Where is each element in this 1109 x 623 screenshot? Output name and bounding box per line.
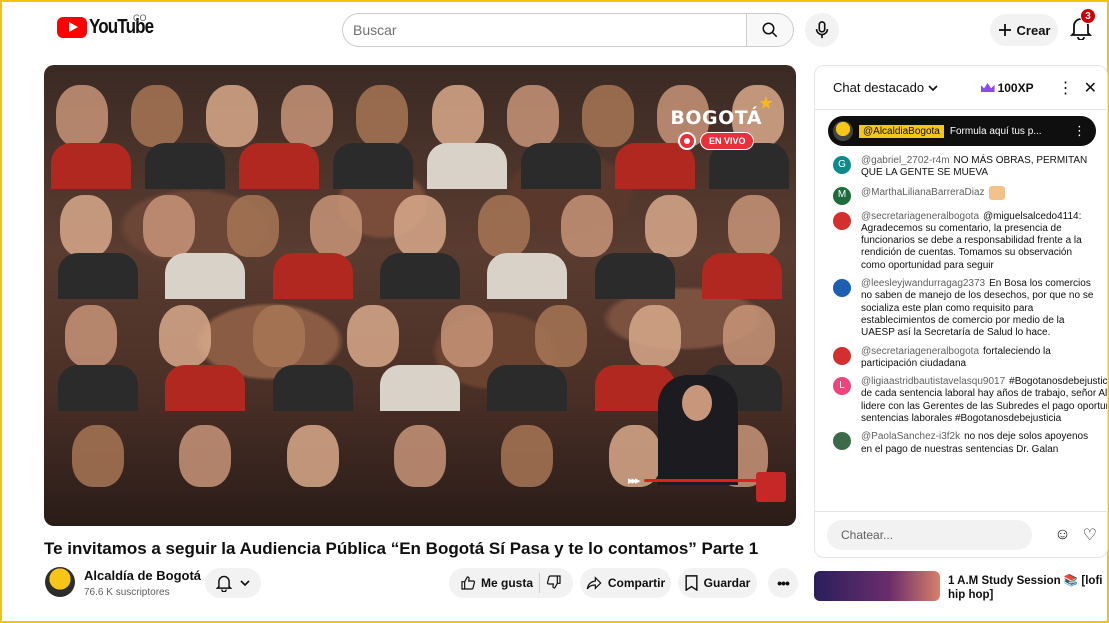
live-dot-icon: [677, 132, 696, 150]
country-code: CO: [133, 13, 147, 23]
chat-mode-selector[interactable]: Chat destacado: [833, 80, 981, 95]
video-title: Te invitamos a seguir la Audiencia Públi…: [44, 539, 759, 558]
create-button[interactable]: Crear: [990, 14, 1058, 46]
share-label: Compartir: [607, 576, 666, 590]
chat-message: M @MarthaLilianaBarreraDiaz: [815, 183, 1107, 208]
progress-bar[interactable]: [643, 479, 758, 482]
thumbs-up-emoji-icon: [988, 185, 1005, 200]
chat-mode-label: Chat destacado: [833, 80, 925, 95]
emoji-icon[interactable]: ☺: [1054, 526, 1070, 544]
message-author[interactable]: @PaolaSanchez-i3f2k: [861, 431, 960, 442]
subscription-bell-button[interactable]: [205, 568, 261, 598]
message-author[interactable]: @secretariageneralbogota: [861, 346, 979, 357]
search-bar: Buscar: [342, 13, 794, 47]
divider: [539, 573, 540, 593]
video-player[interactable]: BOGOTÁ ★ EN VIVO ▸▸▸: [44, 65, 796, 526]
avatar: [833, 211, 851, 230]
message-author[interactable]: @ligiaastridbautistavelasqu9017: [861, 376, 1005, 387]
more-actions-button[interactable]: •••: [768, 568, 798, 598]
bell-icon: [216, 575, 232, 592]
more-vertical-icon[interactable]: ⋮: [1073, 123, 1086, 139]
bookmark-icon: [685, 575, 698, 591]
chevron-down-icon: [928, 84, 938, 91]
avatar: [833, 432, 851, 451]
subscriber-count: 76.6 K suscriptores: [84, 587, 170, 598]
chat-message: L @ligiaastridbautistavelasqu9017 #Bogota…: [815, 373, 1107, 428]
chevron-down-icon: [240, 580, 250, 586]
play-icon: [57, 17, 87, 38]
search-icon: [762, 22, 778, 38]
live-indicator: EN VIVO: [677, 132, 755, 150]
youtube-logo[interactable]: YouTube CO: [57, 13, 165, 39]
like-button[interactable]: Me gusta: [460, 575, 533, 591]
message-author[interactable]: @leesleyjwandurragag2373: [861, 278, 985, 289]
live-label: EN VIVO: [699, 132, 755, 150]
plus-icon: [998, 24, 1011, 36]
chat-header: Chat destacado 100XP ⋮ ✕: [815, 66, 1107, 110]
close-icon[interactable]: ✕: [1084, 78, 1097, 98]
crown-icon: [980, 83, 995, 92]
more-vertical-icon[interactable]: ⋮: [1058, 78, 1074, 98]
channel-watermark: [756, 472, 786, 502]
pinned-author: @AlcaldiaBogota: [859, 124, 944, 138]
microphone-icon: [815, 21, 829, 39]
avatar: M: [833, 186, 851, 205]
pinned-message[interactable]: @AlcaldiaBogota Formula aquí tus p... ⋮: [828, 116, 1096, 146]
sign-language-interpreter: [658, 375, 738, 485]
thumbs-down-icon: [546, 574, 561, 589]
save-label: Guardar: [703, 576, 751, 590]
chat-message: @secretariageneralbogota @miguelsalcedo41…: [815, 208, 1107, 275]
chat-input[interactable]: Chatear...: [827, 519, 1033, 550]
live-brand-overlay: BOGOTÁ ★ EN VIVO: [670, 93, 774, 155]
recommended-video-title[interactable]: 1 A.M Study Session 📚 [lofi hip hop]: [948, 574, 1108, 602]
chat-message-list: G @gabriel_2702-r4m NO MÁS OBRAS, PERMITA…: [815, 152, 1107, 459]
chat-input-bar: Chatear... ☺ ♡: [815, 511, 1107, 557]
xp-badge[interactable]: 100XP: [980, 80, 1034, 95]
search-button[interactable]: [746, 13, 794, 47]
live-chat-panel: Chat destacado 100XP ⋮ ✕ @AlcaldiaBogota…: [814, 65, 1108, 558]
video-progress[interactable]: ▸▸▸: [628, 474, 758, 487]
avatar: L: [833, 377, 851, 396]
create-label: Crear: [1016, 22, 1051, 38]
like-dislike-group: Me gusta: [449, 568, 573, 598]
search-input[interactable]: Buscar: [342, 13, 746, 47]
notification-badge: 3: [1080, 8, 1096, 24]
share-icon: [586, 576, 602, 590]
chat-message: @PaolaSanchez-i3f2k no nos deje solos apo…: [815, 428, 1107, 459]
brand-name: BOGOTÁ: [670, 107, 762, 129]
like-label: Me gusta: [480, 576, 533, 590]
channel-avatar[interactable]: [45, 567, 75, 597]
chat-message: @secretariageneralbogota fortaleciendo la…: [815, 343, 1107, 374]
voice-search-button[interactable]: [805, 13, 839, 47]
dislike-button[interactable]: [546, 574, 562, 593]
chat-message: @leesleyjwandurragag2373 En Bosa los come…: [815, 275, 1107, 342]
heart-icon[interactable]: ♡: [1083, 525, 1097, 545]
recommended-video-thumbnail[interactable]: [814, 571, 940, 601]
save-button[interactable]: Guardar: [678, 568, 757, 598]
message-author[interactable]: @MarthaLilianaBarreraDiaz: [861, 187, 985, 198]
xp-label: 100XP: [997, 80, 1034, 95]
star-icon: ★: [757, 93, 774, 113]
avatar: [833, 346, 851, 365]
pinned-text: Formula aquí tus p...: [949, 125, 1042, 137]
fast-forward-icon: ▸▸▸: [628, 475, 641, 487]
chat-message: G @gabriel_2702-r4m NO MÁS OBRAS, PERMITA…: [815, 152, 1107, 183]
avatar: [833, 121, 853, 141]
avatar: [833, 279, 851, 298]
thumbs-up-icon: [461, 576, 476, 590]
message-author[interactable]: @gabriel_2702-r4m: [861, 155, 950, 166]
message-author[interactable]: @secretariageneralbogota: [861, 211, 979, 222]
channel-name[interactable]: Alcaldía de Bogotá: [84, 568, 201, 583]
more-horizontal-icon: •••: [777, 575, 790, 591]
top-header: YouTube CO Buscar Crear 3: [2, 2, 1107, 58]
avatar: G: [833, 156, 851, 174]
share-button[interactable]: Compartir: [580, 568, 671, 598]
